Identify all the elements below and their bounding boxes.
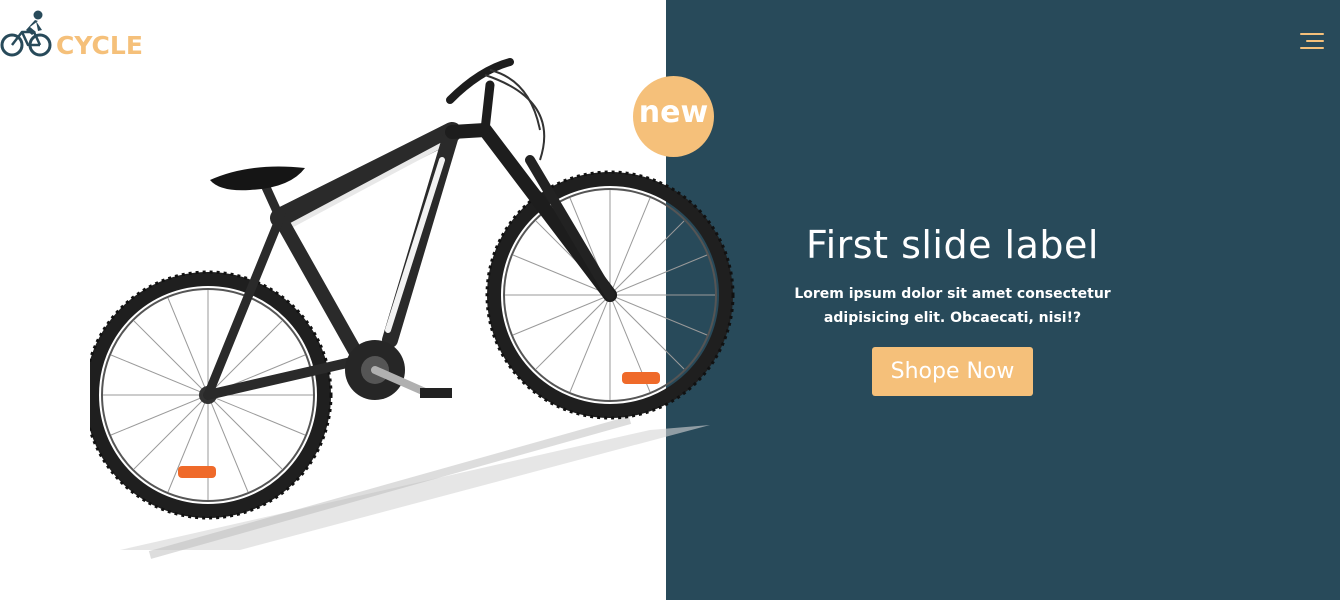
slide-caption: First slide label Lorem ipsum dolor sit … — [740, 218, 1165, 396]
hero-slider: CYCLE new First slide label Lorem ipsum … — [0, 0, 1340, 600]
slide-description: Lorem ipsum dolor sit amet consectetur a… — [794, 286, 1111, 326]
cyclist-logo-icon — [0, 10, 52, 57]
menu-button[interactable] — [1298, 30, 1324, 52]
new-badge: new — [633, 76, 714, 157]
badge-label: new — [638, 95, 709, 130]
shop-now-button[interactable]: Shope Now — [872, 347, 1033, 396]
slide-title: First slide label — [806, 223, 1099, 267]
